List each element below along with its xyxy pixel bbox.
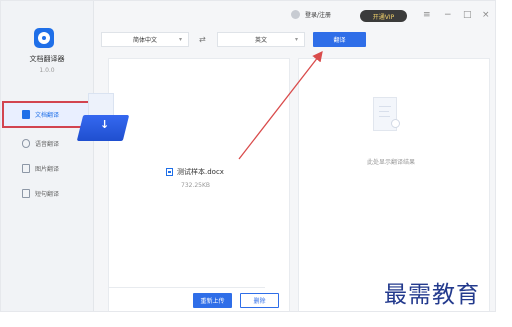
red-arrow-line: [238, 50, 323, 160]
translator-window: 文档翻译器 1.0.0 文档翻译 语音翻译 图片翻译 短句翻译 登录/注册 开通…: [0, 0, 496, 312]
watermark: 最需教育: [384, 282, 480, 308]
annotation-arrow: [238, 50, 323, 160]
